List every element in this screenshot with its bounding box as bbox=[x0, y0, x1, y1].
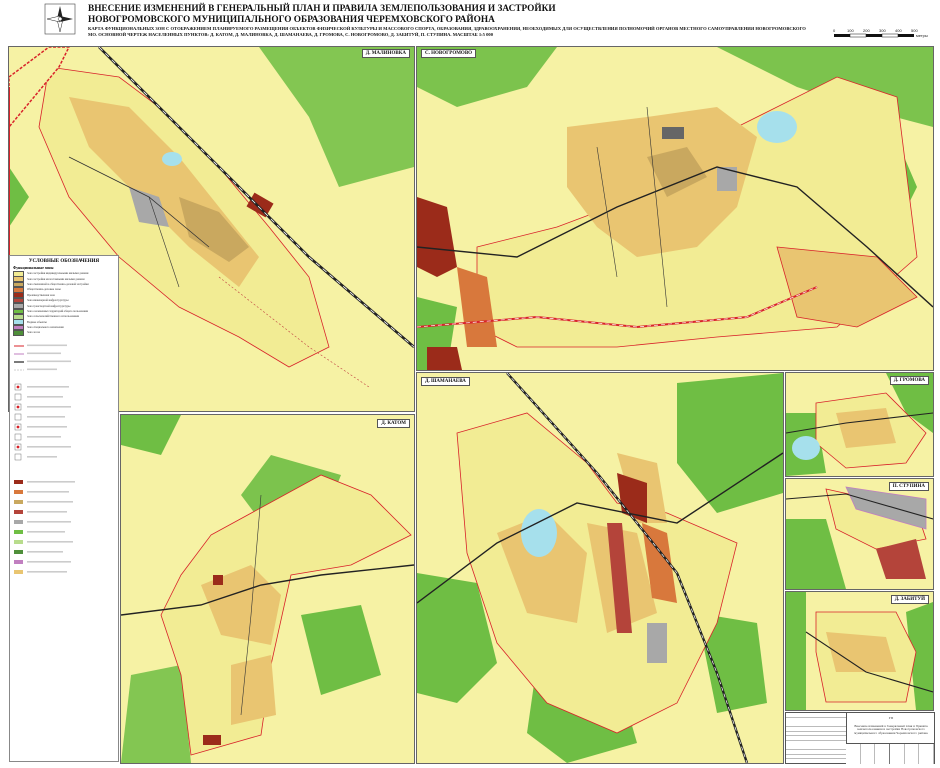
legend-symbols bbox=[14, 344, 75, 574]
map-legend: УСЛОВНЫЕ ОБОЗНАЧЕНИЯ Функциональные зоны… bbox=[9, 255, 119, 762]
legend-item-label: Зона застройки индивидуальными жилыми до… bbox=[27, 272, 89, 276]
map-title: ВНЕСЕНИЕ ИЗМЕНЕНИЙ В ГЕНЕРАЛЬНЫЙ ПЛАН И … bbox=[88, 4, 556, 25]
legend-item-label: Зона транспортной инфраструктуры bbox=[27, 304, 71, 308]
legend-item-label: Зона специального назначения bbox=[27, 326, 64, 330]
map-panel-shamanaeva[interactable]: Д. ШАМАНАЕВА bbox=[416, 372, 784, 764]
panel-label-katom: Д. КАТОМ bbox=[377, 419, 410, 428]
stamp-text: Внесение изменений в Генеральный план и … bbox=[854, 725, 928, 735]
scale-tick: 200 bbox=[863, 28, 870, 33]
panel-label-stupina: П. СТУПИНА bbox=[888, 482, 929, 491]
legend-swatch bbox=[13, 330, 24, 336]
legend-title: УСЛОВНЫЕ ОБОЗНАЧЕНИЯ bbox=[28, 259, 100, 264]
legend-item-label: Зона лесов bbox=[27, 331, 40, 335]
scale-tick: 0 bbox=[833, 28, 836, 33]
legend-item: Зона лесов bbox=[13, 330, 118, 336]
scale-tick: 300 bbox=[879, 28, 886, 33]
scale-tick: 400 bbox=[895, 28, 902, 33]
panel-label-shamanaeva: Д. ШАМАНАЕВА bbox=[421, 377, 470, 386]
scale-unit: метры bbox=[916, 33, 928, 38]
map-panel-gromova[interactable]: Д. ГРОМОВА bbox=[785, 372, 934, 477]
legend-item-label: Общественно-деловые зоны bbox=[27, 288, 61, 292]
legend-item-label: Зона смешанной и общественно-деловой зас… bbox=[27, 282, 89, 286]
north-arrow-icon bbox=[44, 3, 76, 35]
legend-item-label: Зона инженерной инфраструктуры bbox=[27, 299, 69, 303]
stamp-grid bbox=[786, 713, 847, 763]
stamp-sheet: ГП bbox=[888, 716, 894, 720]
map-panel-katom[interactable]: Д. КАТОМ bbox=[120, 414, 415, 764]
map-header: ВНЕСЕНИЕ ИЗМЕНЕНИЙ В ГЕНЕРАЛЬНЫЙ ПЛАН И … bbox=[0, 0, 940, 44]
legend-item-label: Производственная зона bbox=[27, 293, 55, 297]
map-panel-stupina[interactable]: П. СТУПИНА bbox=[785, 478, 934, 590]
legend-item-label: Водные объекты bbox=[27, 320, 47, 324]
title-block-stamp: ГП Внесение изменений в Генеральный план… bbox=[785, 712, 935, 764]
legend-item-label: Зона сельскохозяйственного использования bbox=[27, 315, 79, 319]
scale-tick: 100 bbox=[847, 28, 854, 33]
panel-label-gromova: Д. ГРОМОВА bbox=[889, 376, 929, 385]
map-panel-zabituy[interactable]: Д. ЗАБИТУЙ bbox=[785, 591, 934, 711]
panel-label-malinovka: Д. МАЛИНОВКА bbox=[361, 49, 410, 58]
map-panel-novogromovo[interactable]: С. НОВОГРОМОВО bbox=[416, 46, 934, 371]
legend-item-label: Зона озелененных территорий общего польз… bbox=[27, 309, 88, 313]
legend-section-heading: Функциональные зоны bbox=[13, 266, 54, 270]
stamp-cells bbox=[846, 743, 934, 764]
panel-label-zabituy: Д. ЗАБИТУЙ bbox=[890, 595, 929, 604]
panel-label-novogromovo: С. НОВОГРОМОВО bbox=[421, 49, 477, 58]
legend-item-label: Зона застройки малоэтажными жилыми домам… bbox=[27, 277, 85, 281]
map-subtitle: КАРТА ФУНКЦИОНАЛЬНЫХ ЗОН С ОТОБРАЖЕНИЕМ … bbox=[88, 26, 806, 37]
scale-bar: 0 100 200 300 400 500 метры bbox=[832, 25, 932, 41]
